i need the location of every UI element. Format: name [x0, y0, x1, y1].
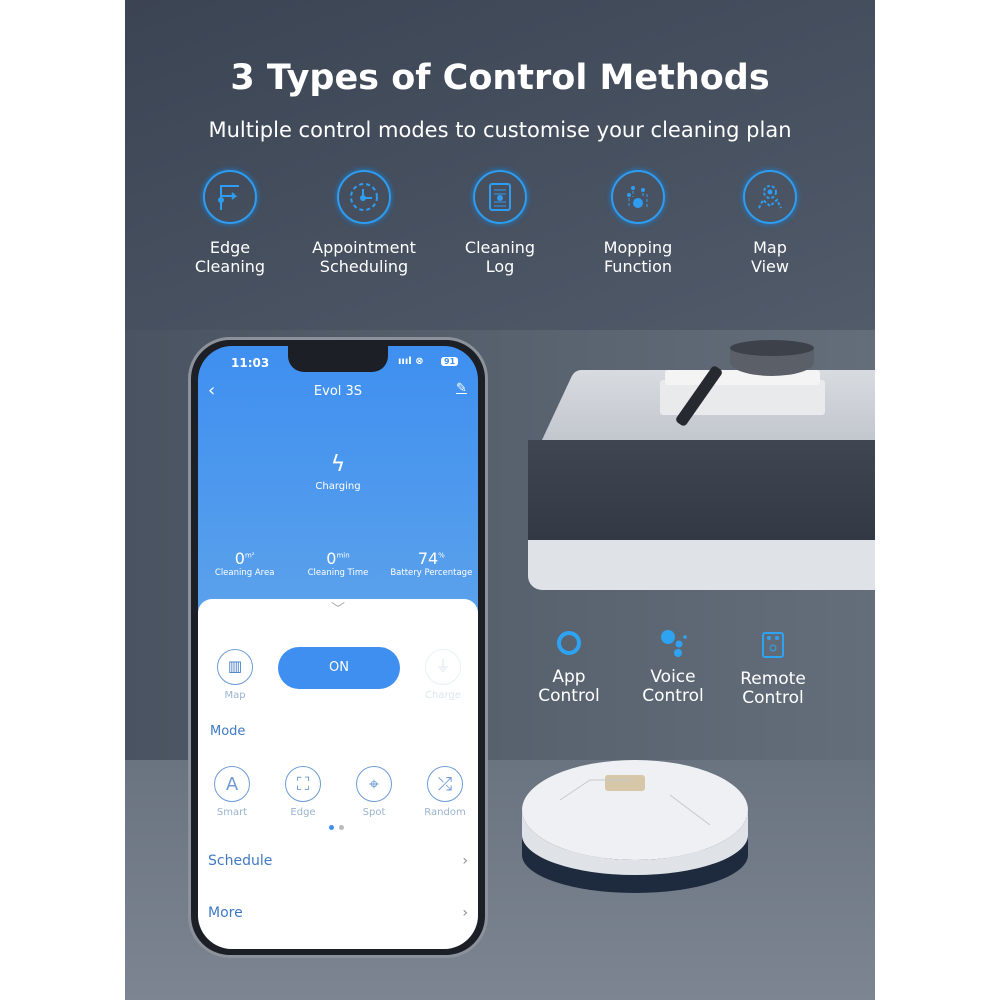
feature-map-view: Map View — [700, 170, 840, 276]
schedule-row[interactable]: Schedule › — [208, 853, 468, 869]
signal-icon: ıııl ⊗ — [398, 356, 424, 367]
feature-edge-cleaning: Edge Cleaning — [160, 170, 300, 276]
page-dot[interactable] — [339, 825, 344, 830]
product-banner: 3 Types of Control Methods Multiple cont… — [125, 0, 875, 1000]
remote-control: Remote Control — [713, 630, 833, 708]
status-time: 11:03 — [231, 356, 270, 370]
chevron-right-icon: › — [462, 905, 468, 921]
chevron-right-icon: › — [462, 853, 468, 869]
stat-battery: 74% Battery Percentage — [390, 549, 473, 578]
spot-icon: ⌖ — [356, 766, 392, 802]
more-row[interactable]: More › — [208, 905, 468, 921]
mode-title: Mode — [210, 724, 246, 739]
speaker-books-remote — [660, 340, 825, 426]
shelf-lip — [528, 540, 875, 590]
charging-status: Charging — [315, 481, 361, 492]
map-button[interactable]: ▥ Map — [215, 649, 255, 701]
page-subtitle: Multiple control modes to customise your… — [208, 118, 792, 142]
power-on-button[interactable]: ON — [278, 647, 400, 689]
feature-appointment-scheduling: Appointment Scheduling — [294, 170, 434, 276]
edge-icon: ⛶ — [285, 766, 321, 802]
mode-spot[interactable]: ⌖ Spot — [344, 766, 404, 818]
clock-icon — [337, 170, 391, 224]
page-title: 3 Types of Control Methods — [230, 58, 770, 98]
control-sheet: ﹀ ▥ Map ON ⏚ Charge Mode A Smart ⛶ Edge ⌖ S… — [198, 599, 478, 949]
device-title: Evol 3S — [313, 384, 363, 399]
collapse-chevron-icon[interactable]: ﹀ — [198, 599, 478, 619]
remote-icon — [713, 630, 833, 660]
plug-icon: ⏚ — [425, 649, 461, 685]
stat-cleaning-time: 0min Cleaning Time — [307, 549, 369, 578]
random-icon: ⤮ — [427, 766, 463, 802]
app-control: App Control — [509, 628, 629, 706]
stat-cleaning-area: 0m² Cleaning Area — [214, 549, 275, 578]
phone-notch — [288, 346, 388, 372]
page-dot-active[interactable] — [329, 825, 334, 830]
feature-cleaning-log: Cleaning Log — [430, 170, 570, 276]
robot-vacuum — [522, 760, 748, 893]
edge-cleaning-icon — [203, 170, 257, 224]
stats: 0m² Cleaning Area 0min Cleaning Time 74% Ba… — [198, 549, 478, 578]
feature-mopping-function: Mopping Function — [568, 170, 708, 276]
app-screen: 11:03 ıııl ⊗ 91 ‹ Evol 3S ✎ ϟ Charging 0… — [198, 346, 478, 949]
map-pin-icon — [743, 170, 797, 224]
mode-random[interactable]: ⤮ Random — [415, 766, 475, 818]
log-icon — [473, 170, 527, 224]
smart-icon: A — [214, 766, 250, 802]
battery-indicator: 91 — [441, 357, 459, 366]
edit-button[interactable]: ✎ — [456, 381, 467, 396]
phone: 11:03 ıııl ⊗ 91 ‹ Evol 3S ✎ ϟ Charging 0… — [188, 337, 488, 958]
alexa-ring-icon — [509, 628, 629, 658]
lightning-icon: ϟ — [330, 452, 346, 477]
mode-smart[interactable]: A Smart — [202, 766, 262, 818]
map-icon: ▥ — [217, 649, 253, 685]
mode-edge[interactable]: ⛶ Edge — [273, 766, 333, 818]
charge-button[interactable]: ⏚ Charge — [423, 649, 463, 701]
mopping-icon — [611, 170, 665, 224]
